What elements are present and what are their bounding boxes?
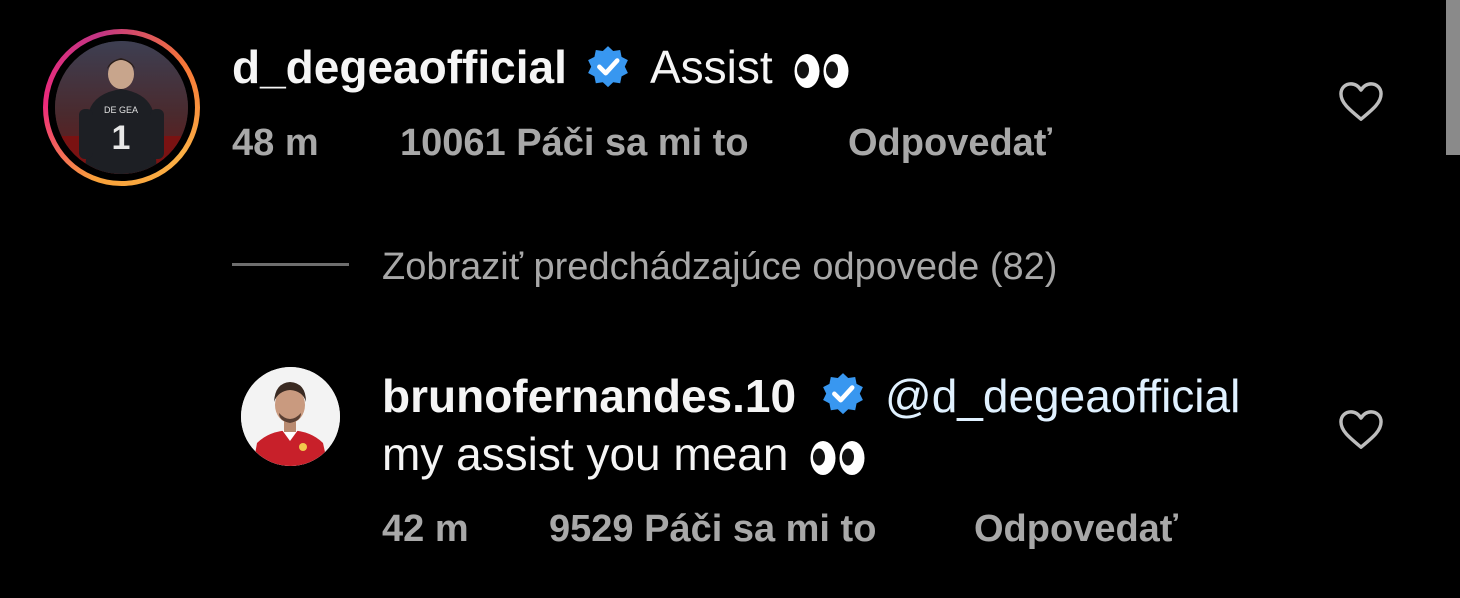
reply-reply-button[interactable]: Odpovedať bbox=[974, 510, 1178, 548]
heart-outline-icon[interactable] bbox=[1338, 81, 1384, 123]
reply-mention-link[interactable]: @d_degeaofficial bbox=[885, 373, 1240, 419]
avatar-photo-icon: DE GEA 1 bbox=[55, 41, 188, 174]
story-ring[interactable]: DE GEA 1 bbox=[43, 29, 200, 186]
verified-badge-icon bbox=[823, 373, 863, 415]
comment-text: Assist bbox=[650, 44, 851, 90]
comment-text-content: Assist bbox=[650, 41, 773, 93]
comment-reply-button[interactable]: Odpovedať bbox=[848, 124, 1052, 162]
replies-divider bbox=[232, 263, 349, 266]
comment-timestamp: 48 m bbox=[232, 122, 319, 164]
reply-likes-count[interactable]: 9529 Páči sa mi to bbox=[549, 510, 876, 548]
reply-timestamp: 42 m bbox=[382, 508, 469, 550]
avatar-photo-icon bbox=[241, 367, 340, 466]
reply-username[interactable]: brunofernandes.10 bbox=[382, 373, 796, 419]
comment-username[interactable]: d_degeaofficial bbox=[232, 44, 567, 90]
reply-avatar[interactable] bbox=[241, 367, 340, 466]
avatar[interactable]: DE GEA 1 bbox=[55, 41, 188, 174]
view-previous-replies-button[interactable]: Zobraziť predchádzajúce odpovede (82) bbox=[382, 248, 1057, 286]
eyes-emoji-icon bbox=[794, 53, 849, 88]
eyes-emoji-icon bbox=[810, 440, 865, 475]
scrollbar[interactable] bbox=[1446, 0, 1460, 155]
svg-text:DE GEA: DE GEA bbox=[104, 105, 138, 115]
comment-likes-count[interactable]: 10061 Páči sa mi to bbox=[400, 124, 749, 162]
svg-text:1: 1 bbox=[112, 119, 131, 157]
reply-text: my assist you mean bbox=[382, 431, 867, 477]
verified-badge-icon bbox=[588, 46, 628, 88]
comments-screen: DE GEA 1 d_degeaofficial Assist 48 m 100… bbox=[0, 0, 1460, 598]
reply-text-content: my assist you mean bbox=[382, 428, 789, 480]
heart-outline-icon[interactable] bbox=[1338, 409, 1384, 451]
